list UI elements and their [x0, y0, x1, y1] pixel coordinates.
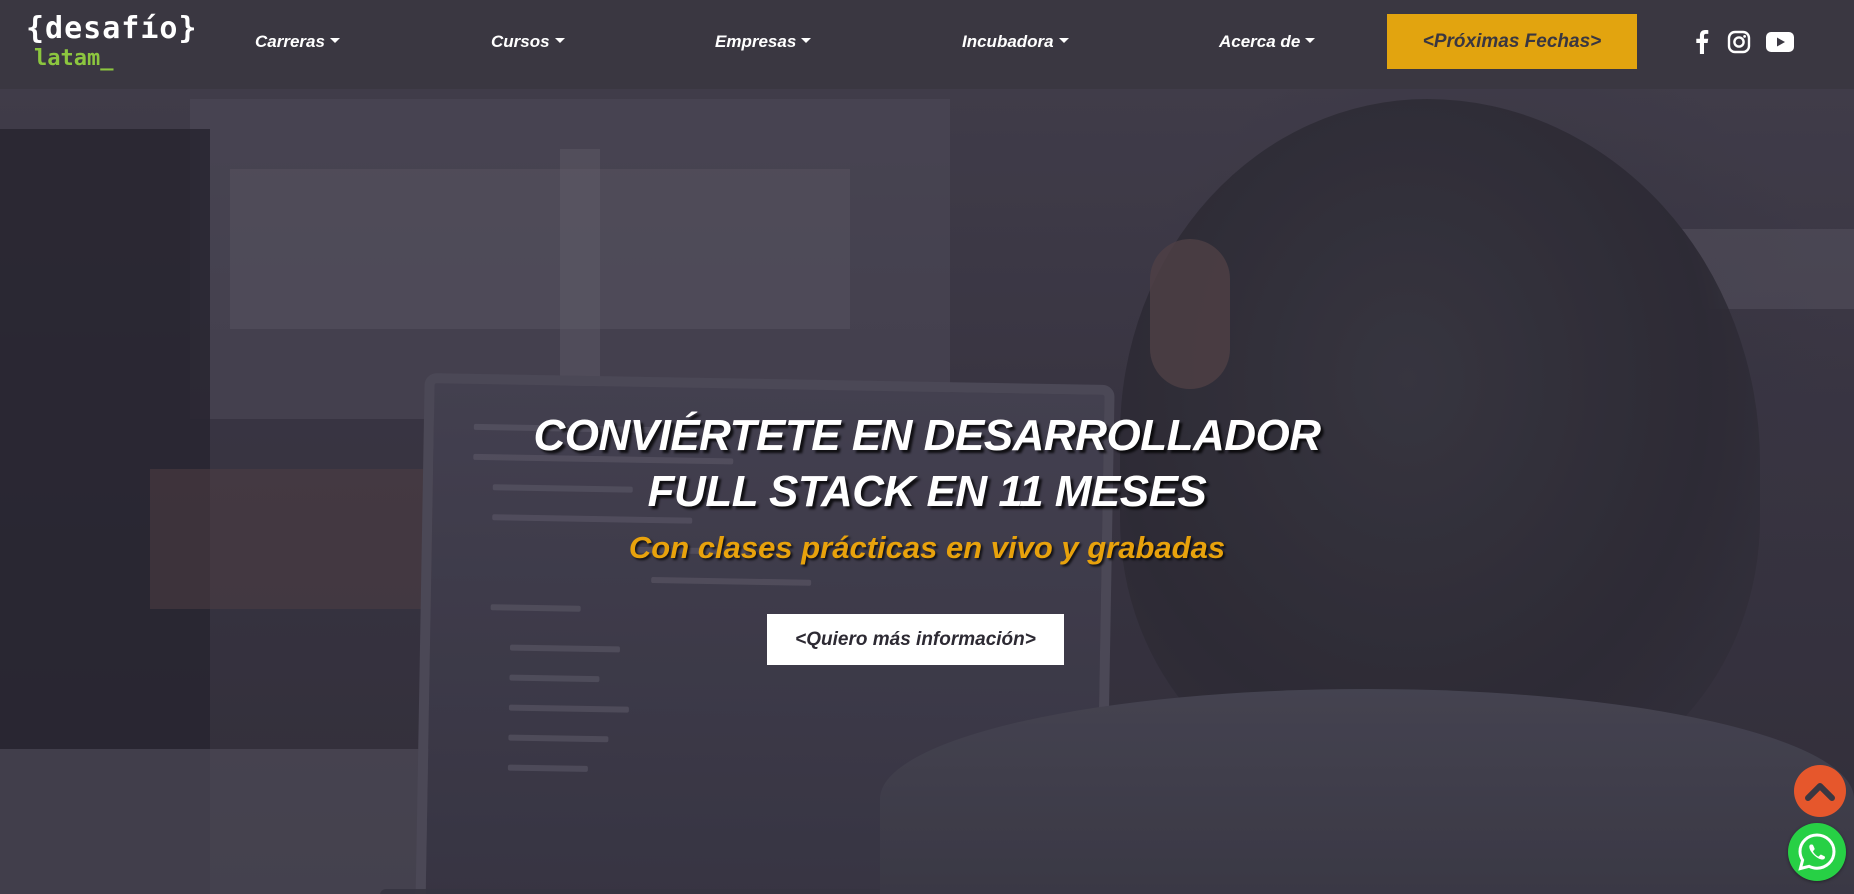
whatsapp-chat-button[interactable] — [1788, 823, 1846, 881]
hero-title: CONVIÉRTETE EN DESARROLLADOR FULL STACK … — [427, 408, 1427, 520]
site-header: {desafío} latam_ Carreras Cursos Empresa… — [0, 0, 1854, 89]
chevron-down-icon — [801, 38, 812, 44]
proximas-fechas-button[interactable]: <Próximas Fechas> — [1387, 14, 1637, 69]
nav-item-incubadora[interactable]: Incubadora — [962, 30, 1069, 54]
hero-title-line-1: CONVIÉRTETE EN DESARROLLADOR — [533, 411, 1321, 460]
nav-item-cursos[interactable]: Cursos — [491, 30, 565, 54]
scroll-to-top-button[interactable] — [1794, 765, 1846, 817]
nav-item-label: Cursos — [491, 32, 550, 51]
more-info-button[interactable]: <Quiero más información> — [767, 614, 1064, 665]
instagram-icon — [1727, 30, 1751, 54]
youtube-icon — [1766, 32, 1794, 52]
facebook-icon — [1696, 30, 1709, 54]
hero-subtitle: Con clases prácticas en vivo y grabadas — [628, 530, 1226, 565]
chevron-down-icon — [1305, 38, 1316, 44]
logo-subtext: latam_ — [34, 46, 114, 71]
site-logo[interactable]: {desafío} latam_ — [26, 11, 198, 74]
youtube-link[interactable] — [1765, 27, 1795, 57]
logo-wordmark: {desafío} — [26, 11, 198, 46]
whatsapp-icon — [1798, 833, 1836, 871]
nav-item-label: Empresas — [715, 32, 797, 51]
nav-item-carreras[interactable]: Carreras — [255, 30, 340, 54]
nav-item-label: Carreras — [255, 32, 325, 51]
nav-item-label: Incubadora — [962, 32, 1054, 51]
facebook-link[interactable] — [1690, 27, 1714, 57]
chevron-down-icon — [1058, 38, 1069, 44]
nav-item-empresas[interactable]: Empresas — [715, 30, 812, 54]
instagram-link[interactable] — [1725, 27, 1753, 57]
chevron-down-icon — [554, 38, 565, 44]
hero-title-line-2: FULL STACK EN 11 MESES — [647, 467, 1207, 516]
nav-item-acerca-de[interactable]: Acerca de — [1219, 30, 1316, 54]
nav-item-label: Acerca de — [1219, 32, 1301, 51]
chevron-down-icon — [329, 38, 340, 44]
chevron-up-icon — [1805, 783, 1835, 801]
